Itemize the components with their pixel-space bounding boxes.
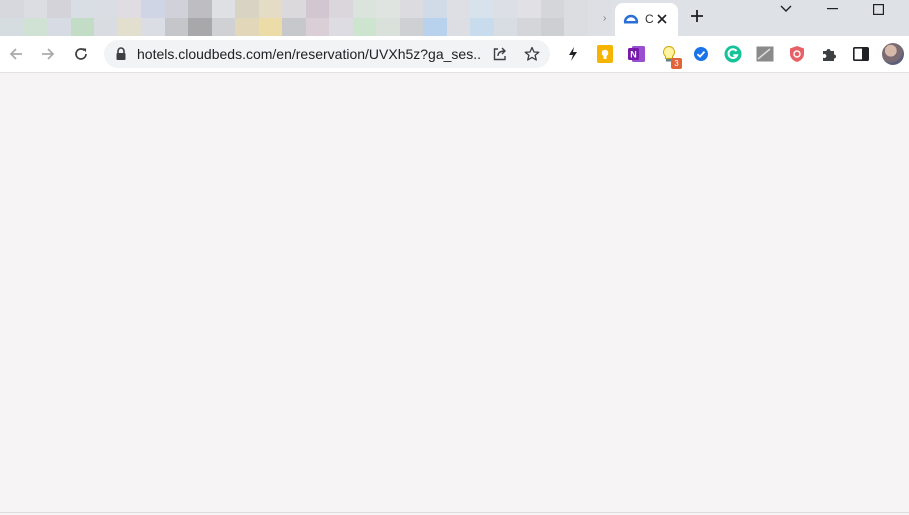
google-keep-icon[interactable] [594,43,616,65]
tab-title: C [645,12,653,26]
tab-search-icon[interactable] [773,0,799,18]
lightning-extension-icon[interactable] [562,43,584,65]
image-extension-icon[interactable] [754,43,776,65]
tab-strip: › C [0,0,909,36]
pixelated-tab-area [0,0,612,36]
bookmark-star-icon[interactable] [524,46,540,67]
shield-extension-icon[interactable] [786,43,808,65]
extension-badge: 3 [671,58,682,69]
cloudbeds-icon [623,12,639,31]
browser-toolbar: hotels.cloudbeds.com/en/reservation/UVXh… [0,36,909,73]
lock-icon[interactable] [115,47,127,66]
maximize-button[interactable] [865,0,891,18]
back-button[interactable] [6,44,26,64]
active-tab[interactable]: C [615,3,678,36]
profile-avatar[interactable] [882,43,904,65]
minimize-button[interactable] [819,0,845,18]
new-tab-button[interactable] [690,9,704,28]
forward-button[interactable] [38,44,58,64]
page-content-blank [0,73,909,515]
checkmark-extension-icon[interactable] [690,43,712,65]
extensions-puzzle-icon[interactable] [818,43,840,65]
close-tab-icon[interactable] [653,10,671,28]
bottom-divider [0,512,909,513]
side-panel-icon[interactable] [850,43,872,65]
grammarly-icon[interactable] [722,43,744,65]
onenote-icon[interactable]: N [626,43,648,65]
tab-separator: › [603,13,607,24]
onenote-letter: N [630,50,637,60]
address-bar[interactable]: hotels.cloudbeds.com/en/reservation/UVXh… [104,40,550,68]
share-icon[interactable] [492,46,508,67]
reload-button[interactable] [71,44,91,64]
url-text[interactable]: hotels.cloudbeds.com/en/reservation/UVXh… [137,40,481,68]
